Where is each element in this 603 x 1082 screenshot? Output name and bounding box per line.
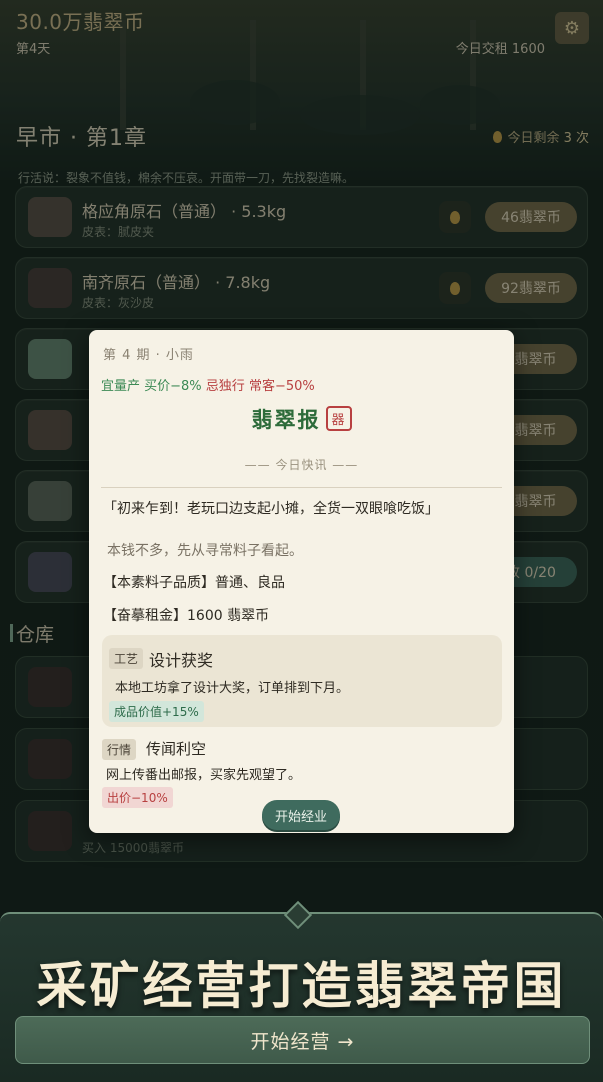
headline: 「初来乍到！老玩口边支起小摊，全货一双眼喰吃饭」 — [103, 501, 439, 517]
newspaper-issue: 第 4 期 · 小雨 — [103, 348, 194, 363]
news-title: 传闻利空 — [146, 740, 207, 758]
news-title: 设计获奖 — [149, 651, 214, 670]
news-tag: 工艺 — [109, 648, 144, 669]
newspaper-title: 翡翠报器 — [89, 404, 514, 434]
news-effect: 成品价值+15% — [109, 701, 204, 722]
start-business-button[interactable]: 开始经营 → — [15, 1016, 590, 1064]
section-heading: —— 今日快讯 —— — [244, 458, 359, 472]
effect-bad: 常客−50% — [248, 379, 315, 394]
news-body: 网上传番出邮报，买家先观望了。 — [106, 768, 302, 783]
news-body: 本地工坊拿了设计大奖，订单排到下月。 — [115, 681, 350, 696]
divider — [101, 487, 502, 488]
daily-effects: 宜量产 买价−8% 忌独行 常客−50% — [101, 375, 315, 394]
effect-good: 买价−8% — [144, 379, 206, 394]
news-item: 工艺 设计获奖 本地工坊拿了设计大奖，订单排到下月。 成品价值+15% — [102, 635, 502, 727]
news-tag: 行情 — [102, 739, 137, 760]
start-business-modal-button[interactable]: 开始经业 — [262, 800, 340, 830]
newspaper-badge: 器 — [326, 406, 352, 431]
newspaper-title-text: 翡翠报 — [251, 408, 321, 432]
effect-good: 宜量产 — [101, 379, 145, 394]
news-effect: 出价−10% — [102, 787, 173, 808]
story-text: 本钱不多，先从寻常料子看起。 — [107, 543, 303, 559]
effect-bad: 忌独行 — [205, 379, 249, 394]
material-quality: 【本素料子品质】普通、良品 — [103, 575, 285, 591]
newspaper-modal: 第 4 期 · 小雨 宜量产 买价−8% 忌独行 常客−50% 翡翠报器 —— … — [89, 330, 514, 833]
promo-slogan: 采矿经营打造翡翠帝国 — [36, 956, 567, 1015]
rent-info: 【奋摹租金】1600 翡翠币 — [103, 608, 270, 624]
